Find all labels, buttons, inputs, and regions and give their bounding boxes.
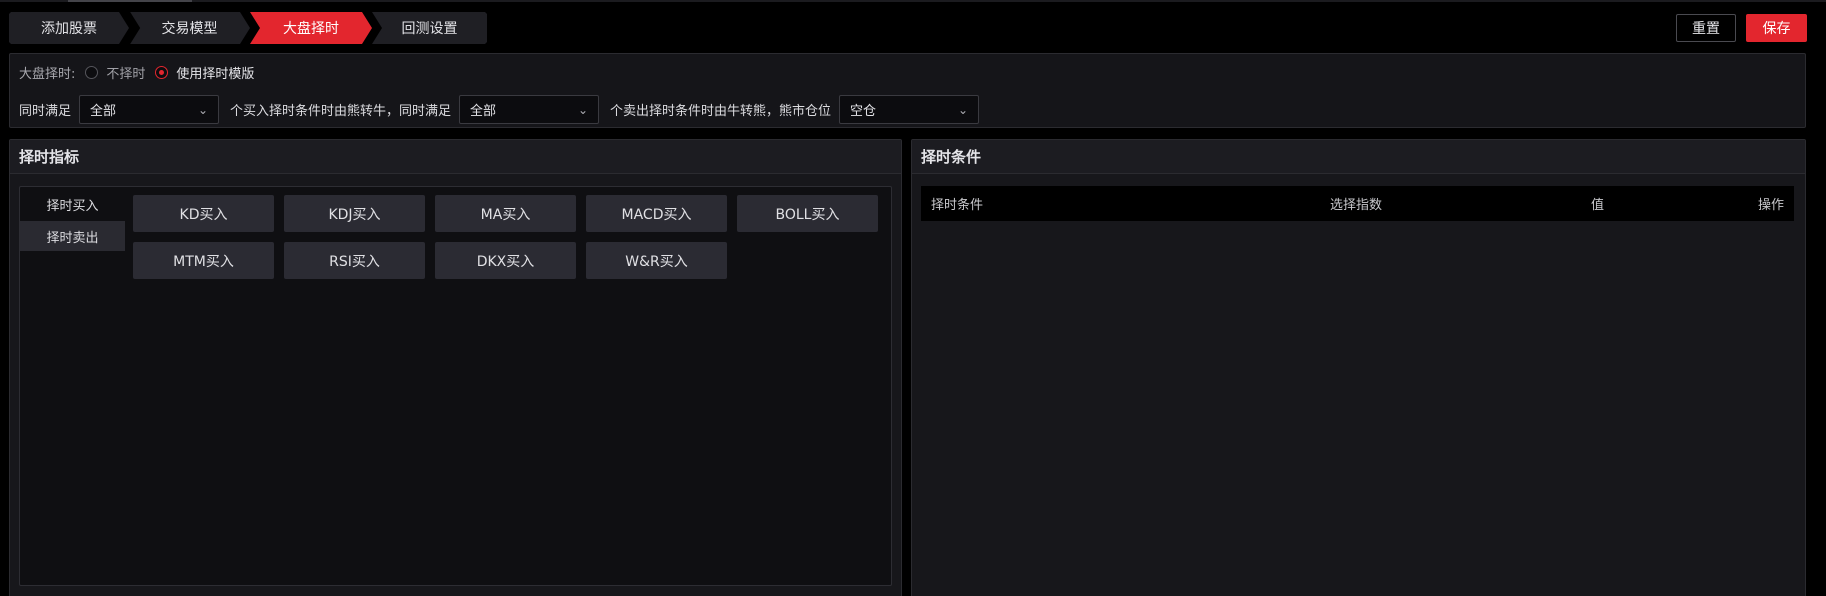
buy-count-select[interactable]: 全部 ⌄ bbox=[79, 95, 220, 124]
chevron-down-icon: ⌄ bbox=[957, 102, 969, 117]
step-trade-model[interactable]: 交易模型 bbox=[129, 12, 250, 44]
column-header: 选择指数 bbox=[1330, 198, 1383, 213]
step-label: 大盘择时 bbox=[283, 21, 339, 37]
radio-label: 不择时 bbox=[106, 67, 146, 82]
indicator-button-mtm[interactable]: MTM买入 bbox=[133, 242, 274, 279]
select-value: 全部 bbox=[470, 104, 497, 119]
sell-count-select[interactable]: 全部 ⌄ bbox=[459, 95, 600, 124]
indicators-panel: 择时指标 择时买入 择时卖出 KD买入 KDJ买入 MA买入 MACD买入 BO… bbox=[9, 139, 902, 596]
column-header: 择时条件 bbox=[931, 198, 984, 213]
indicators-box: 择时买入 择时卖出 KD买入 KDJ买入 MA买入 MACD买入 BOLL买入 … bbox=[19, 186, 892, 586]
reset-button[interactable]: 重置 bbox=[1676, 14, 1736, 42]
sell-condition-text: 个卖出择时条件时由牛转熊，熊市仓位 bbox=[610, 104, 832, 119]
step-label: 交易模型 bbox=[161, 21, 218, 37]
timing-settings-panel: 大盘择时: 不择时 使用择时模版 同时满足 全部 ⌄ 个买入择时条件时由熊转牛，… bbox=[9, 53, 1806, 128]
indicator-button-boll[interactable]: BOLL买入 bbox=[737, 195, 878, 232]
chevron-down-icon: ⌄ bbox=[577, 102, 589, 117]
conditions-row: 同时满足 全部 ⌄ 个买入择时条件时由熊转牛，同时满足 全部 ⌄ 个卖出择时条件… bbox=[19, 95, 980, 124]
select-value: 全部 bbox=[90, 104, 117, 119]
panel-title: 择时条件 bbox=[912, 140, 1805, 174]
step-backtest-settings[interactable]: 回测设置 bbox=[372, 12, 487, 44]
select-value: 空仓 bbox=[850, 104, 877, 119]
step-add-stock[interactable]: 添加股票 bbox=[9, 12, 129, 44]
buy-condition-text: 个买入择时条件时由熊转牛，同时满足 bbox=[230, 104, 452, 119]
timing-mode-row: 大盘择时: 不择时 使用择时模版 bbox=[19, 63, 254, 82]
timing-mode-label: 大盘择时: bbox=[19, 67, 76, 82]
indicator-tabs: 择时买入 择时卖出 bbox=[20, 187, 125, 251]
indicator-button-dkx[interactable]: DKX买入 bbox=[435, 242, 576, 279]
radio-circle-icon bbox=[155, 66, 169, 79]
conditions-prefix: 同时满足 bbox=[19, 104, 72, 119]
radio-circle-icon bbox=[85, 66, 99, 79]
radio-use-template[interactable]: 使用择时模版 bbox=[155, 63, 254, 82]
step-label: 回测设置 bbox=[401, 21, 458, 37]
step-label: 添加股票 bbox=[41, 21, 97, 37]
step-market-timing[interactable]: 大盘择时 bbox=[250, 12, 372, 44]
tab-timing-buy[interactable]: 择时买入 bbox=[20, 189, 125, 219]
panel-title: 择时指标 bbox=[10, 140, 901, 174]
radio-label: 使用择时模版 bbox=[176, 67, 255, 82]
indicator-button-ma[interactable]: MA买入 bbox=[435, 195, 576, 232]
save-button[interactable]: 保存 bbox=[1746, 14, 1807, 42]
indicator-button-kdj[interactable]: KDJ买入 bbox=[284, 195, 425, 232]
conditions-table-header: 择时条件 选择指数 值 操作 bbox=[921, 186, 1794, 221]
top-strip-tick bbox=[68, 0, 192, 2]
conditions-panel: 择时条件 择时条件 选择指数 值 操作 bbox=[911, 139, 1806, 596]
column-header: 值 bbox=[1591, 198, 1605, 213]
tab-timing-sell[interactable]: 择时卖出 bbox=[20, 221, 125, 251]
radio-no-timing[interactable]: 不择时 bbox=[85, 63, 145, 82]
step-wizard: 添加股票 交易模型 大盘择时 回测设置 bbox=[9, 12, 487, 44]
indicator-button-wr[interactable]: W&R买入 bbox=[586, 242, 727, 279]
chevron-down-icon: ⌄ bbox=[197, 102, 209, 117]
indicator-button-rsi[interactable]: RSI买入 bbox=[284, 242, 425, 279]
indicator-button-macd[interactable]: MACD买入 bbox=[586, 195, 727, 232]
top-strip bbox=[0, 0, 1826, 2]
column-header: 操作 bbox=[1757, 198, 1784, 213]
indicator-button-kd[interactable]: KD买入 bbox=[133, 195, 274, 232]
bear-position-select[interactable]: 空仓 ⌄ bbox=[839, 95, 980, 124]
